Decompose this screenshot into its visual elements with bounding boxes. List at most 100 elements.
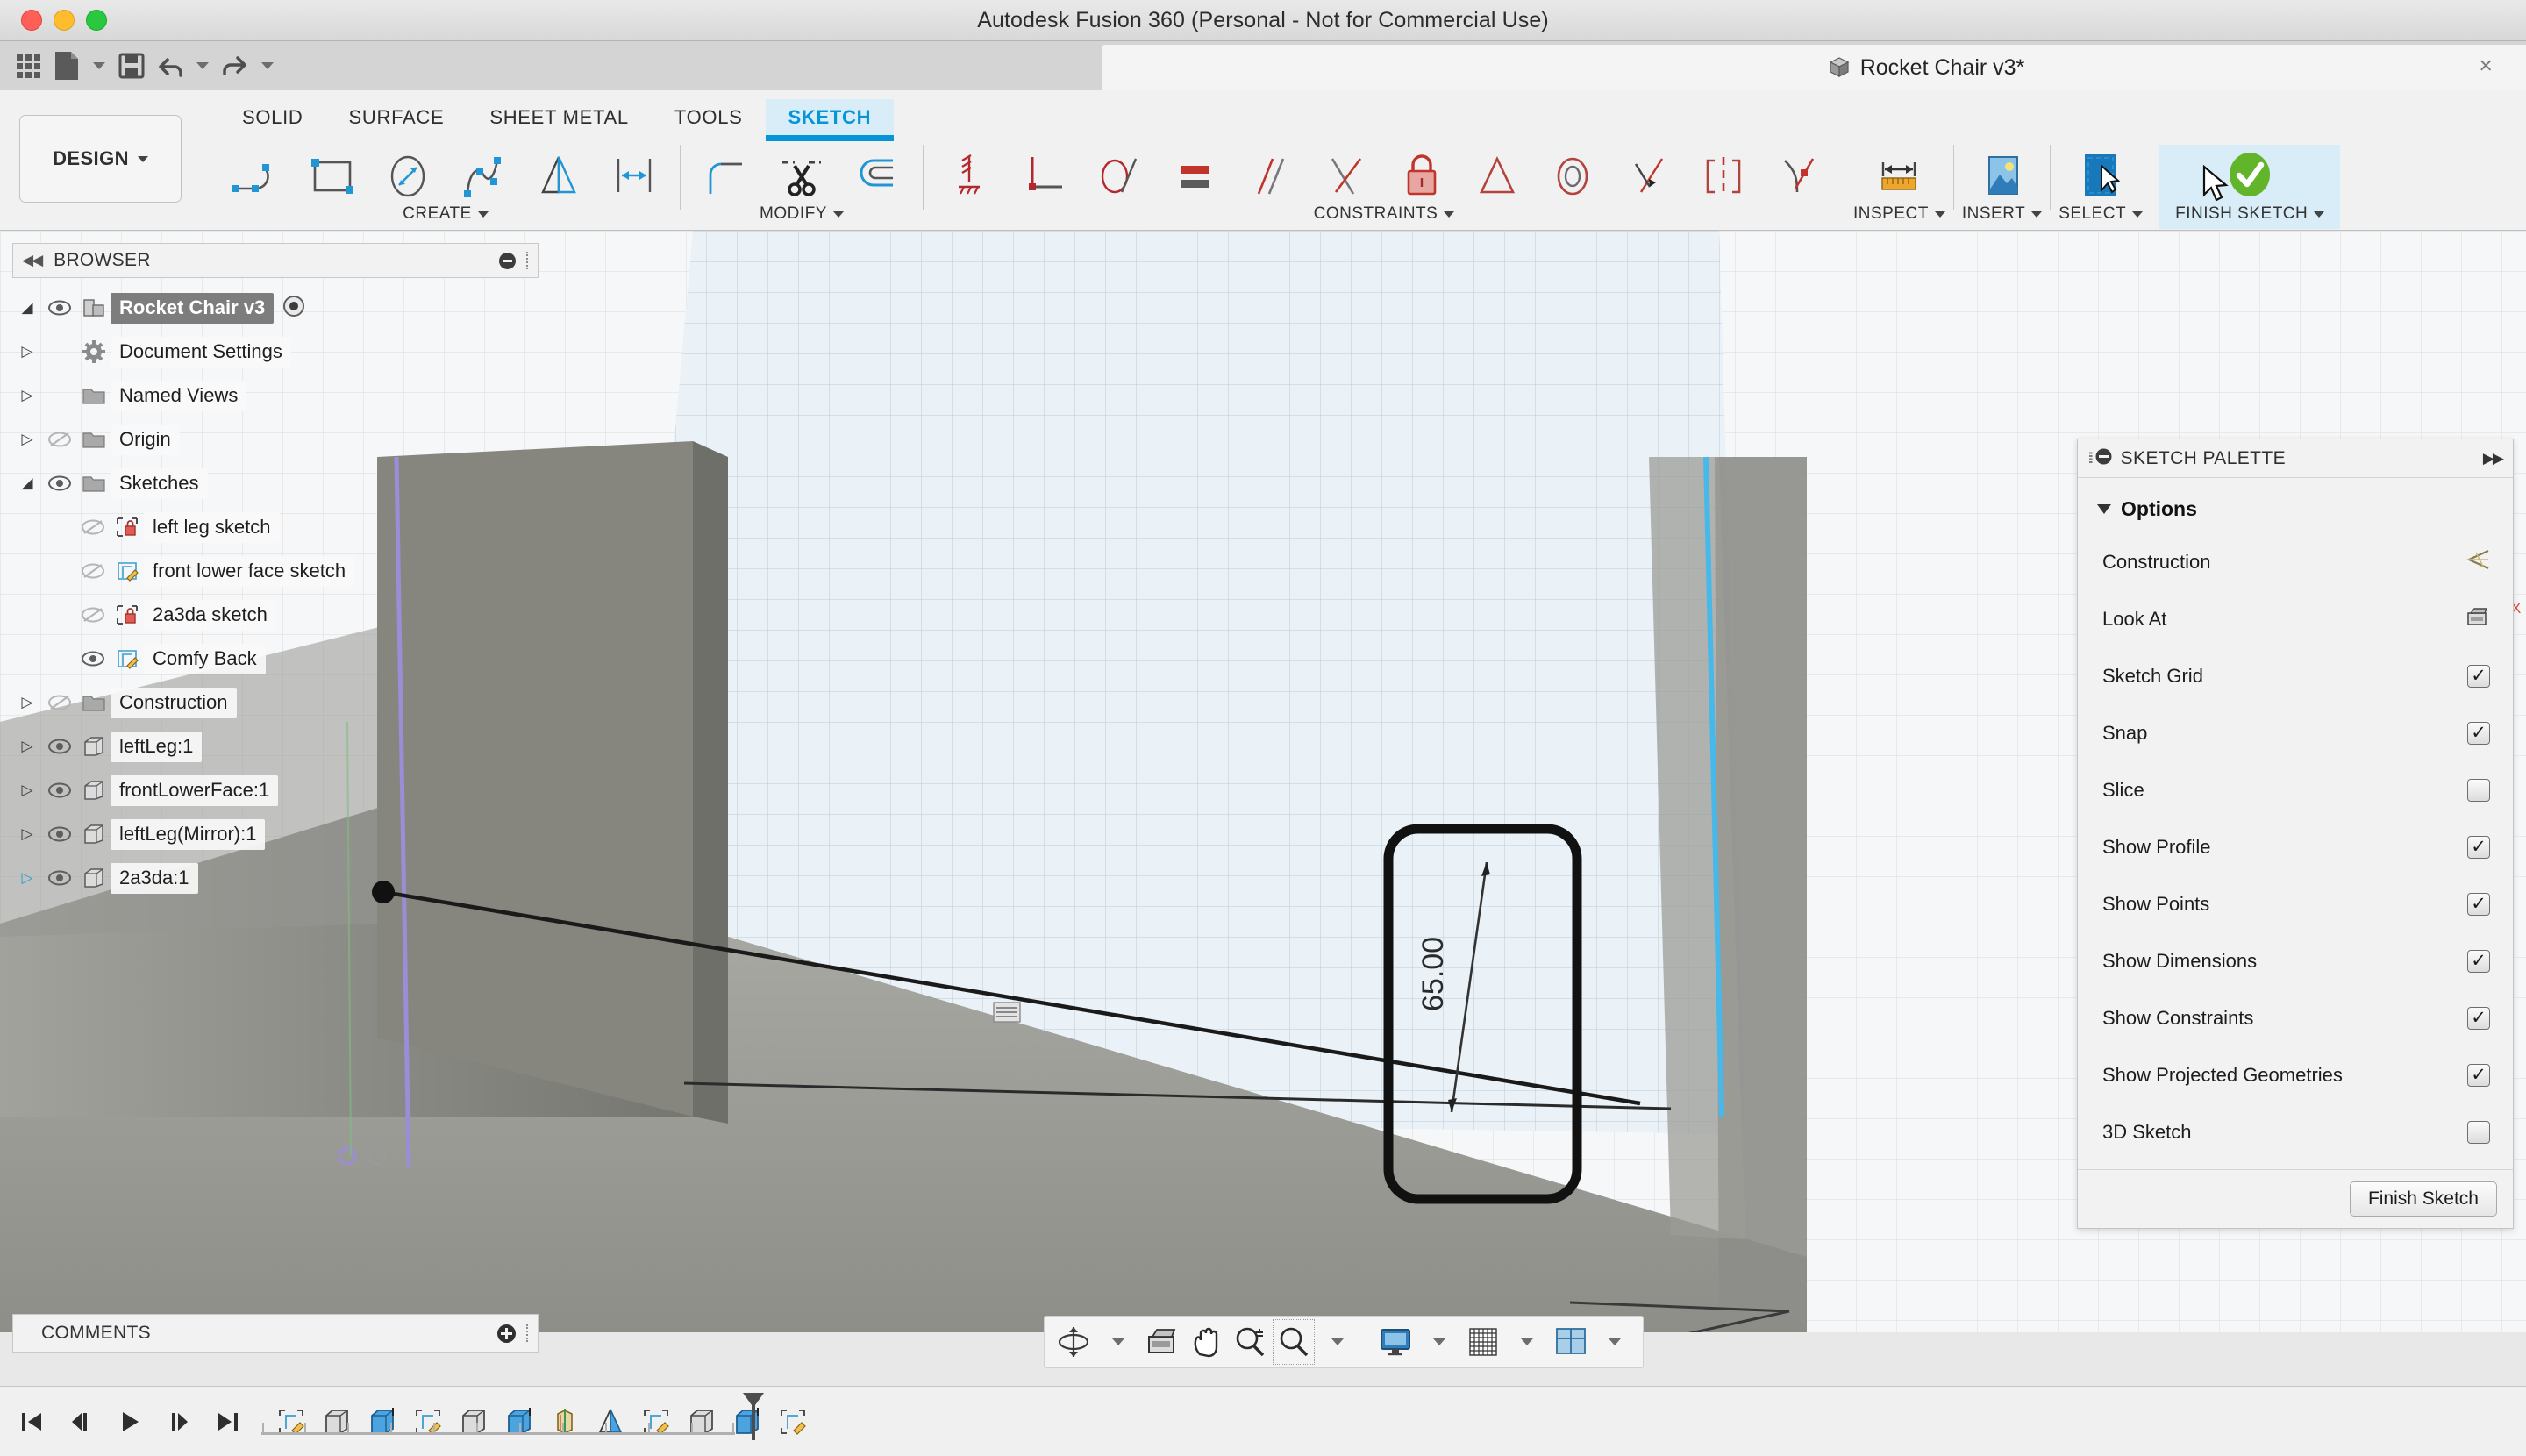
- display-settings-monitor-icon[interactable]: [1374, 1319, 1416, 1365]
- play-icon[interactable]: [111, 1400, 149, 1444]
- palette-row-show-constraints[interactable]: Show Constraints ✓: [2078, 989, 2513, 1046]
- twisty-collapsed-icon[interactable]: ▷: [12, 738, 42, 755]
- ribbon-group-create-label[interactable]: CREATE: [403, 204, 489, 224]
- spline-tool-button[interactable]: [446, 145, 521, 208]
- visibility-eye-icon[interactable]: [75, 651, 111, 667]
- workspace-switcher-button[interactable]: DESIGN: [19, 115, 182, 203]
- look-at-camera-icon[interactable]: [2465, 606, 2490, 632]
- twisty-collapsed-icon[interactable]: ▷: [12, 869, 42, 887]
- mirror-tool-button[interactable]: [521, 145, 596, 208]
- timeline-sketch-icon[interactable]: [772, 1399, 814, 1445]
- timeline-extrude-gray-icon[interactable]: [453, 1399, 495, 1445]
- visibility-off-eye-icon[interactable]: [75, 519, 111, 535]
- visibility-off-eye-icon[interactable]: [42, 695, 77, 710]
- 3d-sketch-checkbox[interactable]: [2467, 1120, 2490, 1144]
- ribbon-group-select-label[interactable]: SELECT: [2059, 204, 2144, 224]
- palette-row-show-points[interactable]: Show Points ✓: [2078, 875, 2513, 932]
- twisty-collapsed-icon[interactable]: ▷: [12, 782, 42, 799]
- options-section-header[interactable]: Options: [2078, 490, 2513, 533]
- visibility-eye-icon[interactable]: [42, 300, 77, 316]
- visibility-off-eye-icon[interactable]: [75, 607, 111, 623]
- palette-row-3d-sketch[interactable]: 3D Sketch: [2078, 1103, 2513, 1160]
- zoom-fit-magnifier-icon[interactable]: [1273, 1319, 1315, 1365]
- timeline-sketch-icon[interactable]: [270, 1399, 312, 1445]
- palette-row-show-profile[interactable]: Show Profile ✓: [2078, 818, 2513, 875]
- twisty-expanded-icon[interactable]: ◢: [12, 475, 42, 492]
- show-points-checkbox[interactable]: ✓: [2467, 892, 2490, 916]
- timeline-extrude-gray-icon[interactable]: [316, 1399, 358, 1445]
- snap-checkbox[interactable]: ✓: [2467, 721, 2490, 745]
- redo-arrow-icon[interactable]: [216, 45, 254, 87]
- zoom-magnifier-plus-icon[interactable]: [1229, 1319, 1271, 1365]
- equal-constraint-button[interactable]: [1158, 145, 1233, 208]
- drag-handle-icon[interactable]: ⦙⦙: [2088, 450, 2093, 467]
- grid-snaps-icon[interactable]: [1462, 1319, 1504, 1365]
- tree-row-left-leg-sketch[interactable]: left leg sketch: [12, 505, 539, 549]
- show-dimensions-checkbox[interactable]: ✓: [2467, 949, 2490, 973]
- timeline-sketch-icon[interactable]: [407, 1399, 449, 1445]
- palette-row-snap[interactable]: Snap ✓: [2078, 704, 2513, 761]
- palette-row-construction[interactable]: Construction: [2078, 533, 2513, 590]
- palette-row-sketch-grid[interactable]: Sketch Grid ✓: [2078, 647, 2513, 704]
- activate-component-radio[interactable]: [282, 295, 305, 322]
- tab-surface[interactable]: SURFACE: [326, 99, 467, 136]
- midpoint-constraint-button[interactable]: [1459, 145, 1535, 208]
- tree-row-named-views[interactable]: ▷ Named Views: [12, 374, 539, 418]
- go-to-beginning-icon[interactable]: [12, 1400, 51, 1444]
- trim-scissors-icon[interactable]: [764, 145, 839, 208]
- tab-tools[interactable]: TOOLS: [652, 99, 766, 136]
- select-cursor-icon[interactable]: [2063, 145, 2138, 208]
- tab-sketch[interactable]: SKETCH: [765, 99, 895, 141]
- timeline-end-marker[interactable]: [741, 1391, 766, 1442]
- redo-dropdown-caret-down-icon[interactable]: [254, 45, 281, 87]
- palette-row-slice[interactable]: Slice: [2078, 761, 2513, 818]
- timeline-sketch-icon[interactable]: [635, 1399, 677, 1445]
- display-settings-dropdown-caret-down-icon[interactable]: [1418, 1319, 1460, 1365]
- visibility-eye-icon[interactable]: [42, 870, 77, 886]
- sketch-dimension-tool-button[interactable]: [596, 145, 672, 208]
- visibility-off-eye-icon[interactable]: [75, 563, 111, 579]
- add-comment-icon[interactable]: [497, 1324, 516, 1343]
- slice-checkbox[interactable]: [2467, 778, 2490, 802]
- construction-line-icon[interactable]: [2465, 549, 2490, 575]
- tree-row-document-settings[interactable]: ▷ Document Settings: [12, 330, 539, 374]
- ribbon-group-constraints-label[interactable]: CONSTRAINTS: [1314, 204, 1455, 224]
- zoom-fit-dropdown-caret-down-icon[interactable]: [1317, 1319, 1359, 1365]
- new-document-dropdown-caret-down-icon[interactable]: [86, 45, 112, 87]
- step-forward-icon[interactable]: [160, 1400, 198, 1444]
- show-constraints-checkbox[interactable]: ✓: [2467, 1006, 2490, 1030]
- visibility-eye-icon[interactable]: [42, 475, 77, 491]
- twisty-expanded-icon[interactable]: ◢: [12, 299, 42, 317]
- tree-row-origin[interactable]: ▷ Origin: [12, 418, 539, 461]
- line-tool-button[interactable]: [219, 145, 295, 208]
- concentric-constraint-button[interactable]: [1535, 145, 1610, 208]
- finish-sketch-button[interactable]: Finish Sketch: [2349, 1181, 2497, 1217]
- palette-row-show-projected-geometries[interactable]: Show Projected Geometries ✓: [2078, 1046, 2513, 1103]
- orbit-dropdown-caret-down-icon[interactable]: [1097, 1319, 1139, 1365]
- document-tab[interactable]: Rocket Chair v3*: [1102, 45, 2526, 90]
- app-grid-icon[interactable]: [9, 45, 47, 87]
- ribbon-group-insert-label[interactable]: INSERT: [1962, 204, 2043, 224]
- minimize-browser-icon[interactable]: [499, 252, 516, 269]
- tree-row-left-leg-body[interactable]: ▷ leftLeg:1: [12, 724, 539, 768]
- measure-ruler-icon[interactable]: [1861, 145, 1937, 208]
- save-floppy-disk-icon[interactable]: [112, 45, 151, 87]
- tab-solid[interactable]: SOLID: [219, 99, 326, 136]
- rectangle-tool-button[interactable]: [295, 145, 370, 208]
- circle-tool-button[interactable]: [370, 145, 446, 208]
- ribbon-group-modify-label[interactable]: MODIFY: [760, 204, 844, 224]
- tree-row-front-lower-face-body[interactable]: ▷ frontLowerFace:1: [12, 768, 539, 812]
- step-back-icon[interactable]: [61, 1400, 100, 1444]
- tree-row-root-component[interactable]: ◢ Rocket Chair v3: [12, 286, 539, 330]
- tree-row-left-leg-mirror-body[interactable]: ▷ leftLeg(Mirror):1: [12, 812, 539, 856]
- symmetry-constraint-button[interactable]: [1686, 145, 1761, 208]
- tree-row-2a3da-body[interactable]: ▷ 2a3da:1: [12, 856, 539, 900]
- twisty-collapsed-icon[interactable]: ▷: [12, 387, 42, 404]
- grid-snaps-dropdown-caret-down-icon[interactable]: [1506, 1319, 1548, 1365]
- visibility-eye-icon[interactable]: [42, 739, 77, 754]
- collinear-constraint-button[interactable]: [1610, 145, 1686, 208]
- pan-hand-icon[interactable]: [1185, 1319, 1227, 1365]
- palette-row-show-dimensions[interactable]: Show Dimensions ✓: [2078, 932, 2513, 989]
- visibility-off-eye-icon[interactable]: [42, 432, 77, 447]
- visibility-eye-icon[interactable]: [42, 826, 77, 842]
